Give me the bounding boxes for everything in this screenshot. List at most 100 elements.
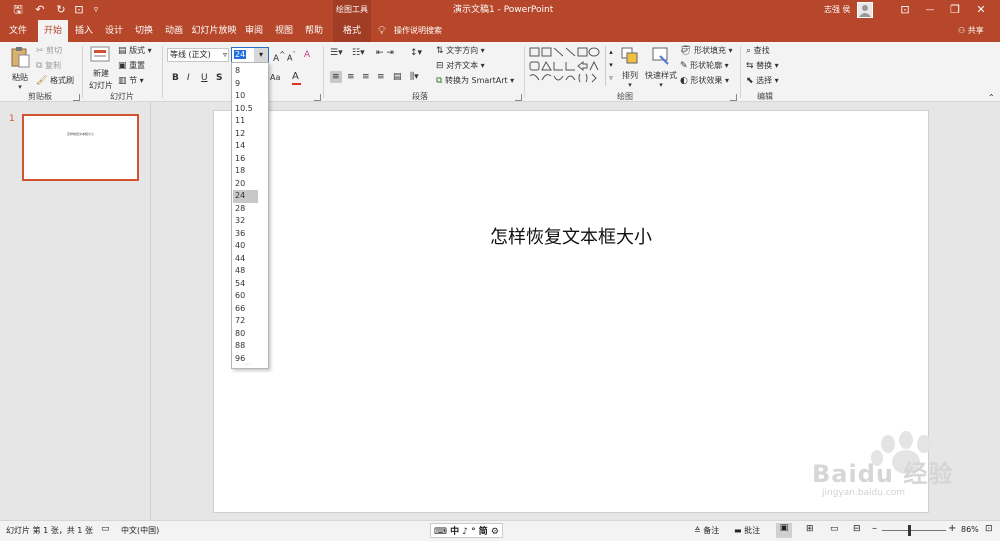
font-name-box[interactable]: 等线 (正文) ▿ xyxy=(167,48,229,62)
font-size-option[interactable]: 14 xyxy=(233,140,258,153)
shape-outline-button[interactable]: ✎ 形状轮廓 ▾ xyxy=(680,60,729,72)
justify-button[interactable]: ≡ xyxy=(377,71,385,83)
clipboard-launcher-icon[interactable] xyxy=(73,94,80,101)
shape-fill-button[interactable]: 🪣︎ 形状填充 ▾ xyxy=(680,45,733,57)
tab-home[interactable]: 开始 xyxy=(38,20,68,42)
tab-format[interactable]: 格式 xyxy=(333,20,371,42)
shrink-font-button[interactable]: Aˇ xyxy=(287,49,296,65)
reading-view-button[interactable]: ▭ xyxy=(830,524,839,534)
shape-effects-button[interactable]: ◐ 形状效果 ▾ xyxy=(680,75,729,87)
font-size-option[interactable]: 44 xyxy=(233,253,258,266)
indent-button[interactable]: ⇤ ⇥ xyxy=(376,47,394,59)
tab-help[interactable]: 帮助 xyxy=(300,20,328,42)
close-button[interactable]: ✕ xyxy=(972,3,990,17)
font-size-dropdown[interactable]: 8 9 10 10.5 11 12 14 16 18 20 24 28 32 36 40 44 48 54 60 66… xyxy=(231,62,269,369)
change-case-button[interactable]: Aa xyxy=(270,72,280,84)
font-launcher-icon[interactable] xyxy=(314,94,321,101)
arrange-button[interactable]: 排列 ▾ xyxy=(619,46,641,89)
grow-font-button[interactable]: A^ xyxy=(273,49,285,65)
font-size-option[interactable]: 40 xyxy=(233,240,258,253)
slide-title-textbox[interactable]: 怎样恢复文本框大小 xyxy=(214,223,928,249)
new-slide-button[interactable]: 新建 幻灯片 xyxy=(86,46,116,92)
zoom-in-button[interactable]: + xyxy=(948,523,956,534)
font-size-option[interactable]: 48 xyxy=(233,265,258,278)
font-size-option[interactable]: 12 xyxy=(233,128,258,141)
font-size-option[interactable]: 18 xyxy=(233,165,258,178)
shapes-scroll[interactable]: ▴ ▾ ▿ xyxy=(605,46,616,86)
tab-design[interactable]: 设计 xyxy=(100,20,128,42)
layout-button[interactable]: ▤ 版式 ▾ xyxy=(118,45,152,57)
font-size-option[interactable]: 36 xyxy=(233,228,258,241)
qat-more-icon[interactable]: ▿ xyxy=(90,3,102,17)
slide-sorter-button[interactable]: ⊞ xyxy=(806,524,814,534)
find-button[interactable]: ⌕ 查找 xyxy=(746,45,770,57)
underline-button[interactable]: U xyxy=(201,72,208,84)
user-name[interactable]: 志强 侯 xyxy=(824,0,851,20)
font-size-option[interactable]: 54 xyxy=(233,278,258,291)
share-button[interactable]: ⚇ 共享 xyxy=(958,20,984,42)
font-color-button[interactable]: A xyxy=(292,71,301,85)
shadow-button[interactable]: S xyxy=(216,72,222,84)
align-center-button[interactable]: ≡ xyxy=(347,71,355,83)
align-text-button[interactable]: ⊟ 对齐文本 ▾ xyxy=(436,60,485,72)
zoom-slider-track[interactable] xyxy=(882,530,946,531)
spelling-icon[interactable]: ▭ xyxy=(101,524,110,534)
font-size-option[interactable]: 28 xyxy=(233,203,258,216)
font-size-option[interactable]: 20 xyxy=(233,178,258,191)
quick-styles-button[interactable]: 快速样式 ▾ xyxy=(644,46,678,89)
comments-button[interactable]: ▬ 批注 xyxy=(734,525,760,536)
zoom-level[interactable]: 86% xyxy=(961,525,979,534)
paste-button[interactable]: 粘贴 ▾ xyxy=(8,46,32,91)
ime-toolbar[interactable]: ⌨ 中 ♪ ° 简 ⚙ xyxy=(430,523,503,538)
normal-view-button[interactable]: ▣ xyxy=(776,523,792,538)
collapse-ribbon-icon[interactable]: ⌃ xyxy=(988,93,995,102)
replace-button[interactable]: ⇆ 替换 ▾ xyxy=(746,60,779,72)
resize-grip-icon[interactable]: ⋯ xyxy=(244,361,250,368)
save-icon[interactable]: 🖫 xyxy=(10,3,26,17)
line-spacing-button[interactable]: ↕▾ xyxy=(410,47,422,59)
bullets-button[interactable]: ☰▾ xyxy=(330,47,343,59)
align-left-button[interactable]: ≡ xyxy=(330,71,342,83)
reset-button[interactable]: ▣ 重置 xyxy=(118,60,145,72)
slide-thumbnail[interactable]: 怎样恢复文本框大小 xyxy=(22,114,139,181)
tab-review[interactable]: 审阅 xyxy=(240,20,268,42)
minimize-button[interactable]: — xyxy=(921,3,939,17)
font-size-option[interactable]: 32 xyxy=(233,215,258,228)
columns-button[interactable]: ⫼▾ xyxy=(410,71,419,83)
font-size-option[interactable]: 10 xyxy=(233,90,258,103)
paragraph-launcher-icon[interactable] xyxy=(515,94,522,101)
notes-button[interactable]: ≙ 备注 xyxy=(694,525,719,536)
language-indicator[interactable]: 中文(中国) xyxy=(121,525,159,536)
undo-icon[interactable]: ↶ xyxy=(32,3,48,17)
font-size-option[interactable]: 72 xyxy=(233,315,258,328)
font-size-option[interactable]: 8 xyxy=(233,65,258,78)
cut-button[interactable]: ✂ 剪切 xyxy=(36,45,62,57)
font-size-dropdown-button[interactable]: ▾ xyxy=(254,48,268,62)
font-size-option[interactable]: 24 xyxy=(233,190,258,203)
font-size-option[interactable]: 60 xyxy=(233,290,258,303)
tab-file[interactable]: 文件 xyxy=(4,20,32,42)
bold-button[interactable]: B xyxy=(172,72,179,84)
clear-formatting-button[interactable]: A xyxy=(304,49,310,61)
font-size-option[interactable]: 66 xyxy=(233,303,258,316)
tab-slide-show[interactable]: 幻灯片放映 xyxy=(190,20,238,42)
start-presentation-icon[interactable]: ⊡ xyxy=(72,3,86,17)
font-size-option[interactable]: 11 xyxy=(233,115,258,128)
ribbon-display-options-icon[interactable]: ⊡ xyxy=(897,3,913,17)
font-size-option[interactable]: 9 xyxy=(233,78,258,91)
redo-icon[interactable]: ↻ xyxy=(54,3,68,17)
font-size-box[interactable]: 24 ▾ xyxy=(231,47,269,63)
slideshow-button[interactable]: ⊟ xyxy=(853,524,861,534)
shapes-gallery[interactable] xyxy=(528,46,616,88)
font-size-option[interactable]: 88 xyxy=(233,340,258,353)
format-painter-button[interactable]: 🖌︎ 格式刷 xyxy=(36,75,74,87)
text-direction-button[interactable]: ⇅ 文字方向 ▾ xyxy=(436,45,485,57)
tab-view[interactable]: 视图 xyxy=(270,20,298,42)
section-button[interactable]: ▥ 节 ▾ xyxy=(118,75,144,87)
fit-to-window-icon[interactable]: ⊡ xyxy=(985,524,993,534)
drawing-launcher-icon[interactable] xyxy=(730,94,737,101)
zoom-slider-thumb[interactable] xyxy=(908,525,911,536)
select-button[interactable]: ⬉ 选择 ▾ xyxy=(746,75,779,87)
font-size-option[interactable]: 10.5 xyxy=(233,103,258,116)
tab-transitions[interactable]: 切换 xyxy=(130,20,158,42)
